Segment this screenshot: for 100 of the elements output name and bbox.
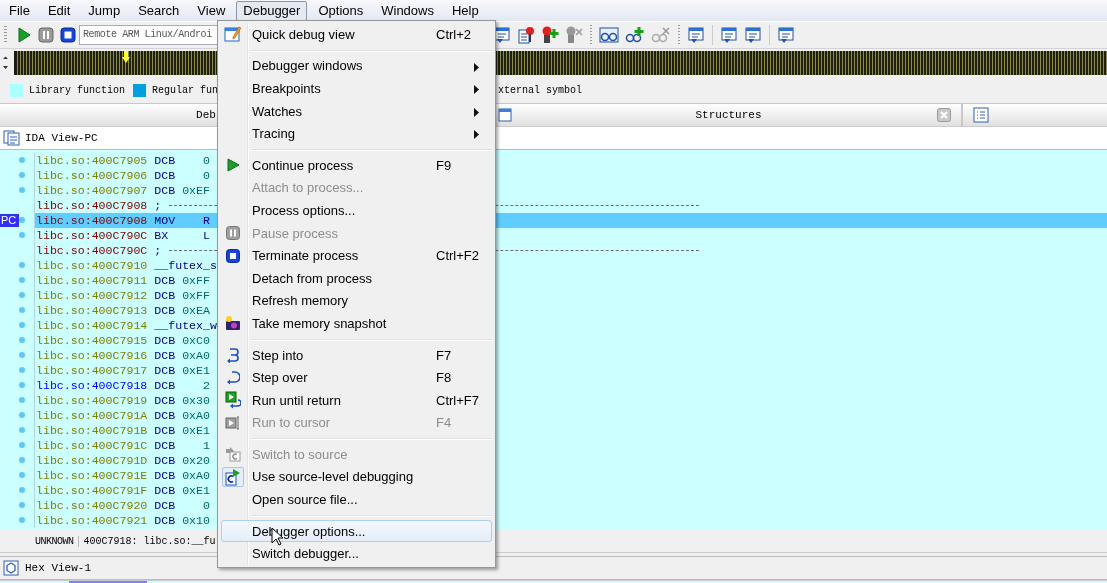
menu-bar-item[interactable]: Search [131,0,187,21]
menu-item[interactable]: Continue process F9 [221,153,492,177]
mnemonic-text: DCB [154,438,177,453]
shortcut-text: Ctrl+F7 [436,392,479,408]
address-text: libc.so:400C7911 [36,273,148,288]
mnemonic-text: DCB [154,183,177,198]
comment-text: ; [154,198,162,213]
function-name: __futex_w [154,318,217,333]
address-text: libc.so:400C7908 [36,213,148,228]
operand-text: 0x20 [182,453,210,468]
operand-text: 0xFF [182,288,210,303]
address-text: libc.so:400C7905 [36,153,148,168]
menu-item[interactable]: Switch debugger... [221,542,492,566]
menu-item[interactable]: Debugger windows [221,54,492,78]
operand-text: 0xFF [182,273,210,288]
operand-text: 0xA0 [182,468,210,483]
mnemonic-text: DCB [154,408,177,423]
mnemonic-text: BX [154,228,170,243]
address-text: libc.so:400C791B [36,423,148,438]
shortcut-text: F7 [436,347,452,363]
address-text: libc.so:400C7920 [36,498,148,513]
operand-text: 2 [202,378,210,393]
menu-item[interactable]: Open source file... [221,488,492,511]
operand-text: L [203,228,210,243]
shortcut-text: F9 [436,157,452,173]
operand-text: 0xC0 [182,333,210,348]
address-text: libc.so:400C791E [36,468,148,483]
operand-text: 1 [202,438,210,453]
menu-item[interactable]: Run until return Ctrl+F7 [221,388,492,412]
legend-label: Regular fun [152,84,219,96]
menu-item[interactable]: Tracing [221,122,492,145]
address-text: libc.so:400C7906 [36,168,148,183]
operand-text: 0 [202,498,210,513]
operand-text: R [203,213,210,228]
mnemonic-text: DCB [154,453,177,468]
menu-item[interactable]: Detach from process [221,266,492,290]
mnemonic-text: DCB [154,333,177,348]
address-text: libc.so:400C7917 [36,363,148,378]
address-text: libc.so:400C7913 [36,303,148,318]
mnemonic-text: DCB [154,348,177,363]
operand-text: 0x10 [182,513,210,528]
menu-item[interactable]: Breakpoints [221,77,492,100]
mnemonic-text: DCB [154,168,177,183]
address-text: libc.so:400C7919 [36,393,148,408]
menu-bar-item[interactable]: Options [311,0,371,21]
menu-item[interactable]: Refresh memory [221,289,492,313]
shortcut-text: F4 [436,415,452,431]
address-text: libc.so:400C791A [36,408,148,423]
address-text: libc.so:400C790C [36,228,148,243]
menu-bar-item[interactable]: Help [445,0,486,21]
menu-bar-item[interactable]: File [2,0,37,21]
mnemonic-text: DCB [154,393,177,408]
mnemonic-text: DCB [154,378,177,393]
menu-bar-item[interactable]: Edit [40,0,78,21]
address-text: libc.so:400C791F [36,483,148,498]
address-text: libc.so:400C7914 [36,318,148,333]
operand-text: 0xE1 [182,483,210,498]
operand-text: 0xA0 [182,408,210,423]
address-text: libc.so:400C7910 [36,258,148,273]
view-title: Hex View-1 [25,562,91,574]
operand-text: 0xEA [182,303,210,318]
comment-text: ; [154,243,162,258]
menu-bar-item[interactable]: Debugger [236,0,308,21]
mnemonic-text: DCB [154,273,177,288]
mnemonic-text: DCB [154,303,177,318]
address-text: libc.so:400C7908 [36,198,148,213]
address-text: libc.so:400C791D [36,453,148,468]
legend-label: Library function [29,84,125,96]
menu-bar-item[interactable]: View [190,0,233,21]
operand-text: 0xE1 [182,363,210,378]
view-title: IDA View-PC [25,132,98,144]
address-text: libc.so:400C7918 [36,378,148,393]
legend-label: xternal symbol [498,84,583,96]
menu-item[interactable]: Take memory snapshot [221,312,492,335]
mnemonic-text: DCB [154,498,177,513]
menu-item[interactable]: Watches [221,99,492,123]
mnemonic-text: MOV [154,213,177,228]
operand-text: 0xE1 [182,423,210,438]
mnemonic-text: DCB [154,153,177,168]
pc-marker: PC [0,214,20,227]
menu-bar-item[interactable]: Jump [81,0,128,21]
mnemonic-text: DCB [154,363,177,378]
address-text: libc.so:400C7912 [36,288,148,303]
address-text: libc.so:400C7921 [36,513,148,528]
address-text: libc.so:400C791C [36,438,148,453]
operand-text: 0x30 [182,393,210,408]
menu-item[interactable]: Step over F8 [221,366,492,389]
mnemonic-text: DCB [154,483,177,498]
status-location: 400C7918: libc.so:__fu [83,535,216,547]
menu-bar-item[interactable]: Windows [374,0,441,21]
shortcut-text: F8 [436,370,452,386]
shortcut-text: Ctrl+F2 [436,248,479,264]
mnemonic-text: DCB [154,513,177,528]
function-name: __futex_s [154,258,217,273]
menu-item[interactable]: Terminate process Ctrl+F2 [221,244,492,267]
operand-text: 0 [202,153,210,168]
menu-item[interactable]: Use source-level debugging [221,465,492,489]
status-type: UNKNOWN [35,535,79,547]
shortcut-text: Ctrl+2 [436,26,472,42]
operand-text: 0xEF [182,183,210,198]
